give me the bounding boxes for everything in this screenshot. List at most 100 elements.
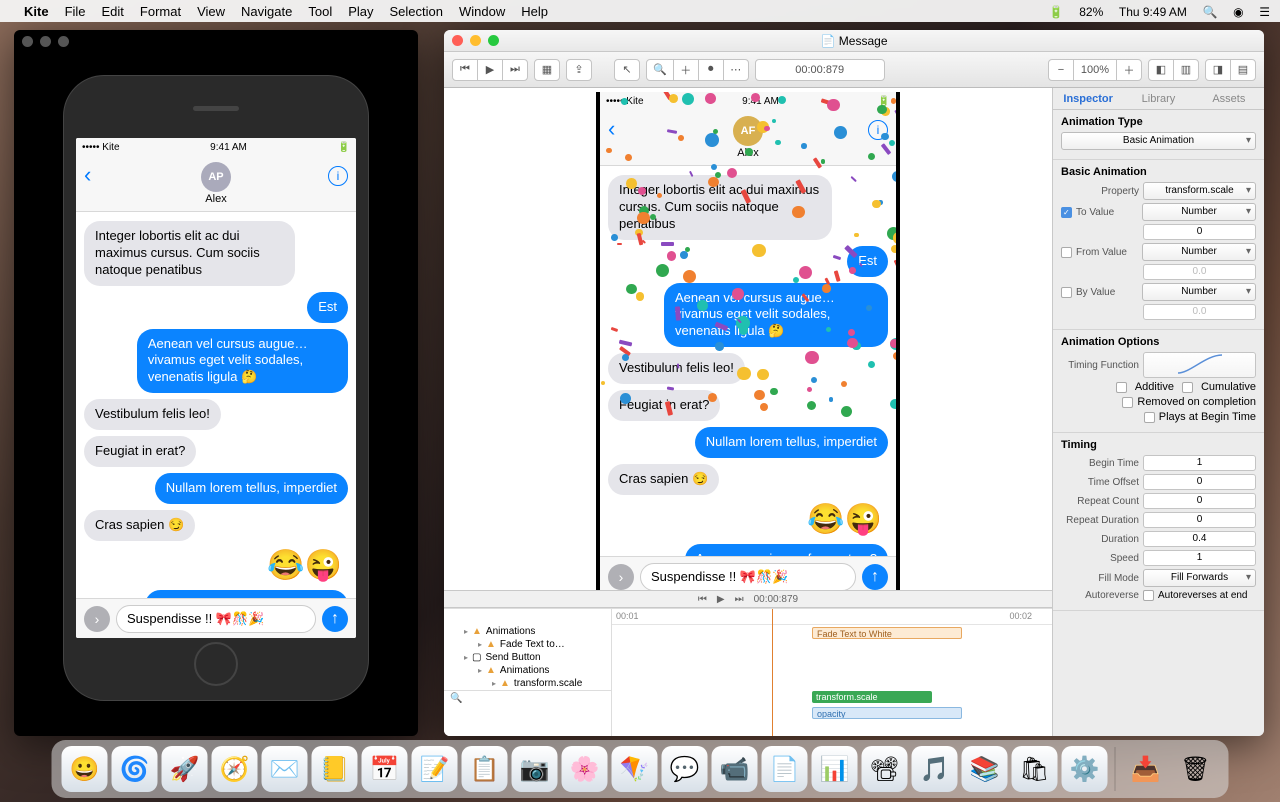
dock-downloads[interactable]: 📥 [1123, 746, 1169, 792]
panel-toggle-4[interactable]: ▤ [1230, 59, 1256, 81]
share-button[interactable]: ⇪ [566, 59, 592, 81]
home-button[interactable] [194, 642, 238, 686]
dock-itunes[interactable]: 🎵 [912, 746, 958, 792]
additive-check[interactable] [1116, 382, 1127, 393]
speed-input[interactable]: 1 [1143, 550, 1256, 566]
to-value-check[interactable] [1061, 207, 1072, 218]
timeline-tracks[interactable]: 00:01 00:02 Fade Text to Whitetransform.… [612, 609, 1052, 736]
dock-reminders[interactable]: 📋 [462, 746, 508, 792]
dock-messages[interactable]: 💬 [662, 746, 708, 792]
dock-photo-booth[interactable]: 📷 [512, 746, 558, 792]
playhead[interactable] [772, 609, 773, 736]
record-tool[interactable]: ⏺ [698, 59, 724, 81]
panel-toggle-3[interactable]: ◨ [1205, 59, 1231, 81]
avatar[interactable]: AP [201, 162, 231, 192]
dock-appstore[interactable]: 🛍 [1012, 746, 1058, 792]
back-button[interactable]: ‹ [84, 162, 91, 188]
zoom-in[interactable]: ＋ [1116, 59, 1142, 81]
library-button[interactable]: ▦ [534, 59, 560, 81]
tree-node[interactable]: ▸▲Fade Text to… [444, 638, 611, 651]
tab-assets[interactable]: Assets [1194, 88, 1264, 109]
dock-launchpad[interactable]: 🚀 [162, 746, 208, 792]
timeline-tree[interactable]: ▸▲Animations▸▲Fade Text to…▸▢Send Button… [444, 609, 612, 736]
menu-tool[interactable]: Tool [308, 4, 332, 19]
panel-toggle-2[interactable]: ▥ [1173, 59, 1199, 81]
dock-mail[interactable]: ✉️ [262, 746, 308, 792]
rewind-button[interactable]: ⏮ [452, 59, 478, 81]
forward-button[interactable]: ⏭ [502, 59, 528, 81]
tree-node[interactable]: ▸▲Animations [444, 664, 611, 677]
tree-node[interactable]: ▸▲Animations [444, 625, 611, 638]
zoom-tool[interactable]: 🔍 [646, 59, 674, 81]
play-button[interactable]: ▶ [477, 59, 503, 81]
menu-view[interactable]: View [197, 4, 225, 19]
apps-chevron[interactable]: › [84, 606, 110, 632]
dock-trash[interactable]: 🗑 [1173, 746, 1219, 792]
dock-facetime[interactable]: 📹 [712, 746, 758, 792]
by-value-input[interactable]: 0.0 [1143, 304, 1256, 320]
menu-format[interactable]: Format [140, 4, 181, 19]
notification-icon[interactable]: ☰ [1259, 5, 1270, 19]
removed-check[interactable] [1122, 397, 1133, 408]
tab-inspector[interactable]: Inspector [1053, 88, 1123, 109]
timing-curve[interactable] [1143, 352, 1256, 378]
menu-edit[interactable]: Edit [102, 4, 124, 19]
from-value-input[interactable]: 0.0 [1143, 264, 1256, 280]
tree-node[interactable]: ▸▲transform.scale [444, 677, 611, 690]
battery-icon[interactable]: 🔋 [1049, 5, 1064, 19]
from-value-check[interactable] [1061, 247, 1072, 258]
pointer-tool[interactable]: ↖ [614, 59, 640, 81]
dock-contacts[interactable]: 📒 [312, 746, 358, 792]
menu-navigate[interactable]: Navigate [241, 4, 292, 19]
repeat-count-input[interactable]: 0 [1143, 493, 1256, 509]
dock-siri[interactable]: 🌀 [112, 746, 158, 792]
info-button[interactable]: i [328, 166, 348, 186]
timeline-bar[interactable]: transform.scale [812, 691, 932, 703]
timeline-bar[interactable]: Fade Text to White [812, 627, 962, 639]
dock-keynote[interactable]: 📽 [862, 746, 908, 792]
back-button[interactable]: ‹ [608, 116, 615, 142]
zoom-out[interactable]: − [1048, 59, 1074, 81]
panel-toggle-1[interactable]: ◧ [1148, 59, 1174, 81]
zoom-value[interactable]: 100% [1073, 59, 1117, 81]
spotlight-icon[interactable]: 🔍 [1203, 5, 1218, 19]
fill-mode-select[interactable]: Fill Forwards [1143, 569, 1256, 587]
begin-time-input[interactable]: 1 [1143, 455, 1256, 471]
menu-play[interactable]: Play [348, 4, 373, 19]
add-tool[interactable]: ＋ [673, 59, 699, 81]
dock-kite[interactable]: 🪁 [612, 746, 658, 792]
dock-preferences[interactable]: ⚙️ [1062, 746, 1108, 792]
tl-rewind[interactable]: ⏮ [698, 594, 707, 605]
tree-node[interactable]: ▸▢Send Button [444, 651, 611, 664]
traffic-lights[interactable] [452, 35, 499, 46]
dock-calendar[interactable]: 📅 [362, 746, 408, 792]
send-button[interactable]: ↑ [322, 606, 348, 632]
dock-safari[interactable]: 🧭 [212, 746, 258, 792]
property-select[interactable]: transform.scale [1143, 182, 1256, 200]
siri-icon[interactable]: ◉ [1233, 5, 1243, 19]
dock-ibooks[interactable]: 📚 [962, 746, 1008, 792]
clock[interactable]: Thu 9:49 AM [1119, 5, 1187, 19]
timeline[interactable]: ▸▲Animations▸▲Fade Text to…▸▢Send Button… [444, 608, 1052, 736]
autoreverse-check[interactable] [1143, 590, 1154, 601]
begin-check[interactable] [1144, 412, 1155, 423]
menu-help[interactable]: Help [521, 4, 548, 19]
tl-play[interactable]: ▶ [717, 594, 725, 605]
app-menu[interactable]: Kite [24, 4, 49, 19]
message-input[interactable]: Suspendisse !! 🎀🎊🎉 [640, 563, 856, 591]
timeline-bar[interactable]: opacity [812, 707, 962, 719]
time-offset-input[interactable]: 0 [1143, 474, 1256, 490]
apps-chevron[interactable]: › [608, 564, 634, 590]
dock-numbers[interactable]: 📊 [812, 746, 858, 792]
dock-photos[interactable]: 🌸 [562, 746, 608, 792]
canvas[interactable]: ••••• Kite 9:41 AM 🔋 ‹ AF Alex i Integer… [444, 88, 1052, 590]
cumulative-check[interactable] [1182, 382, 1193, 393]
menu-selection[interactable]: Selection [390, 4, 443, 19]
tl-forward[interactable]: ⏭ [735, 594, 744, 605]
duration-input[interactable]: 0.4 [1143, 531, 1256, 547]
dock-pages[interactable]: 📄 [762, 746, 808, 792]
menu-window[interactable]: Window [459, 4, 505, 19]
dock-notes[interactable]: 📝 [412, 746, 458, 792]
tab-library[interactable]: Library [1123, 88, 1193, 109]
more-tool[interactable]: ⋯ [723, 59, 749, 81]
